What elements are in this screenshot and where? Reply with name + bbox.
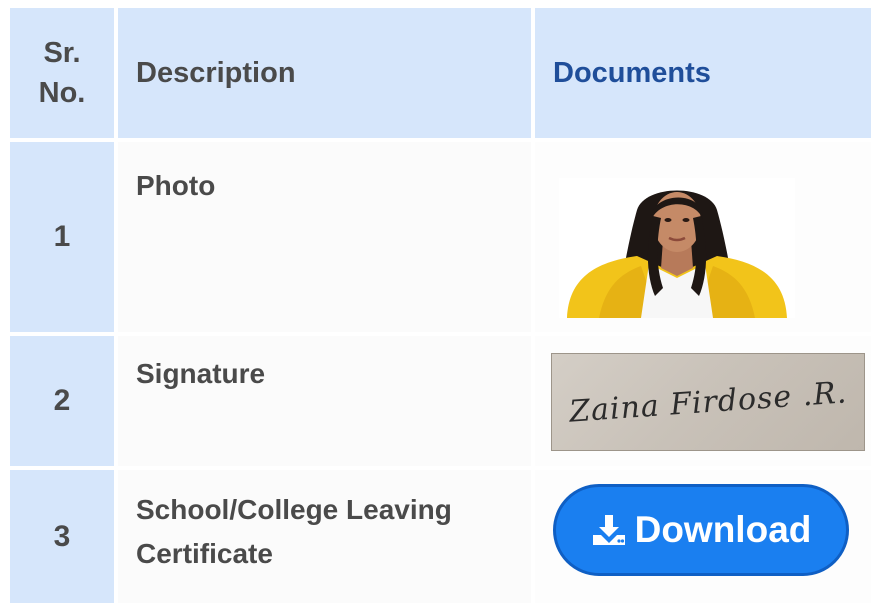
row-2-document: Zaina Firdose .R.: [535, 336, 871, 466]
row-2-description-text: Signature: [136, 358, 266, 389]
row-3-sr: 3: [10, 470, 114, 603]
row-1-description: Photo: [118, 142, 531, 332]
row-3-description: School/College Leaving Certificate: [118, 470, 531, 603]
row-2-sr-number: 2: [53, 384, 71, 417]
header-description-label: Description: [136, 56, 296, 89]
applicant-photo[interactable]: [559, 178, 795, 318]
signature-image[interactable]: Zaina Firdose .R.: [551, 353, 865, 451]
row-1-sr: 1: [10, 142, 114, 332]
row-1-document: [535, 142, 871, 332]
row-1-description-text: Photo: [136, 170, 216, 201]
download-button-label: Download: [634, 509, 812, 550]
row-3-sr-number: 3: [53, 519, 71, 553]
row-2-sr: 2: [10, 336, 114, 466]
header-description: Description: [118, 8, 531, 138]
row-3-description-text: School/College Leaving Certificate: [136, 494, 452, 569]
header-sr-no-label: Sr. No.: [38, 37, 86, 109]
header-documents: Documents: [535, 8, 871, 138]
download-button[interactable]: Download: [553, 484, 849, 576]
signature-text: Zaina Firdose .R.: [567, 374, 849, 430]
row-2-description: Signature: [118, 336, 531, 466]
header-documents-label: Documents: [553, 56, 711, 89]
row-3-document: Download: [535, 470, 871, 603]
row-1-sr-number: 1: [53, 220, 71, 253]
header-sr-no: Sr. No.: [10, 8, 114, 138]
documents-table: Sr. No. Description Documents 1 Photo 2 …: [10, 8, 871, 603]
download-icon: [592, 515, 625, 545]
